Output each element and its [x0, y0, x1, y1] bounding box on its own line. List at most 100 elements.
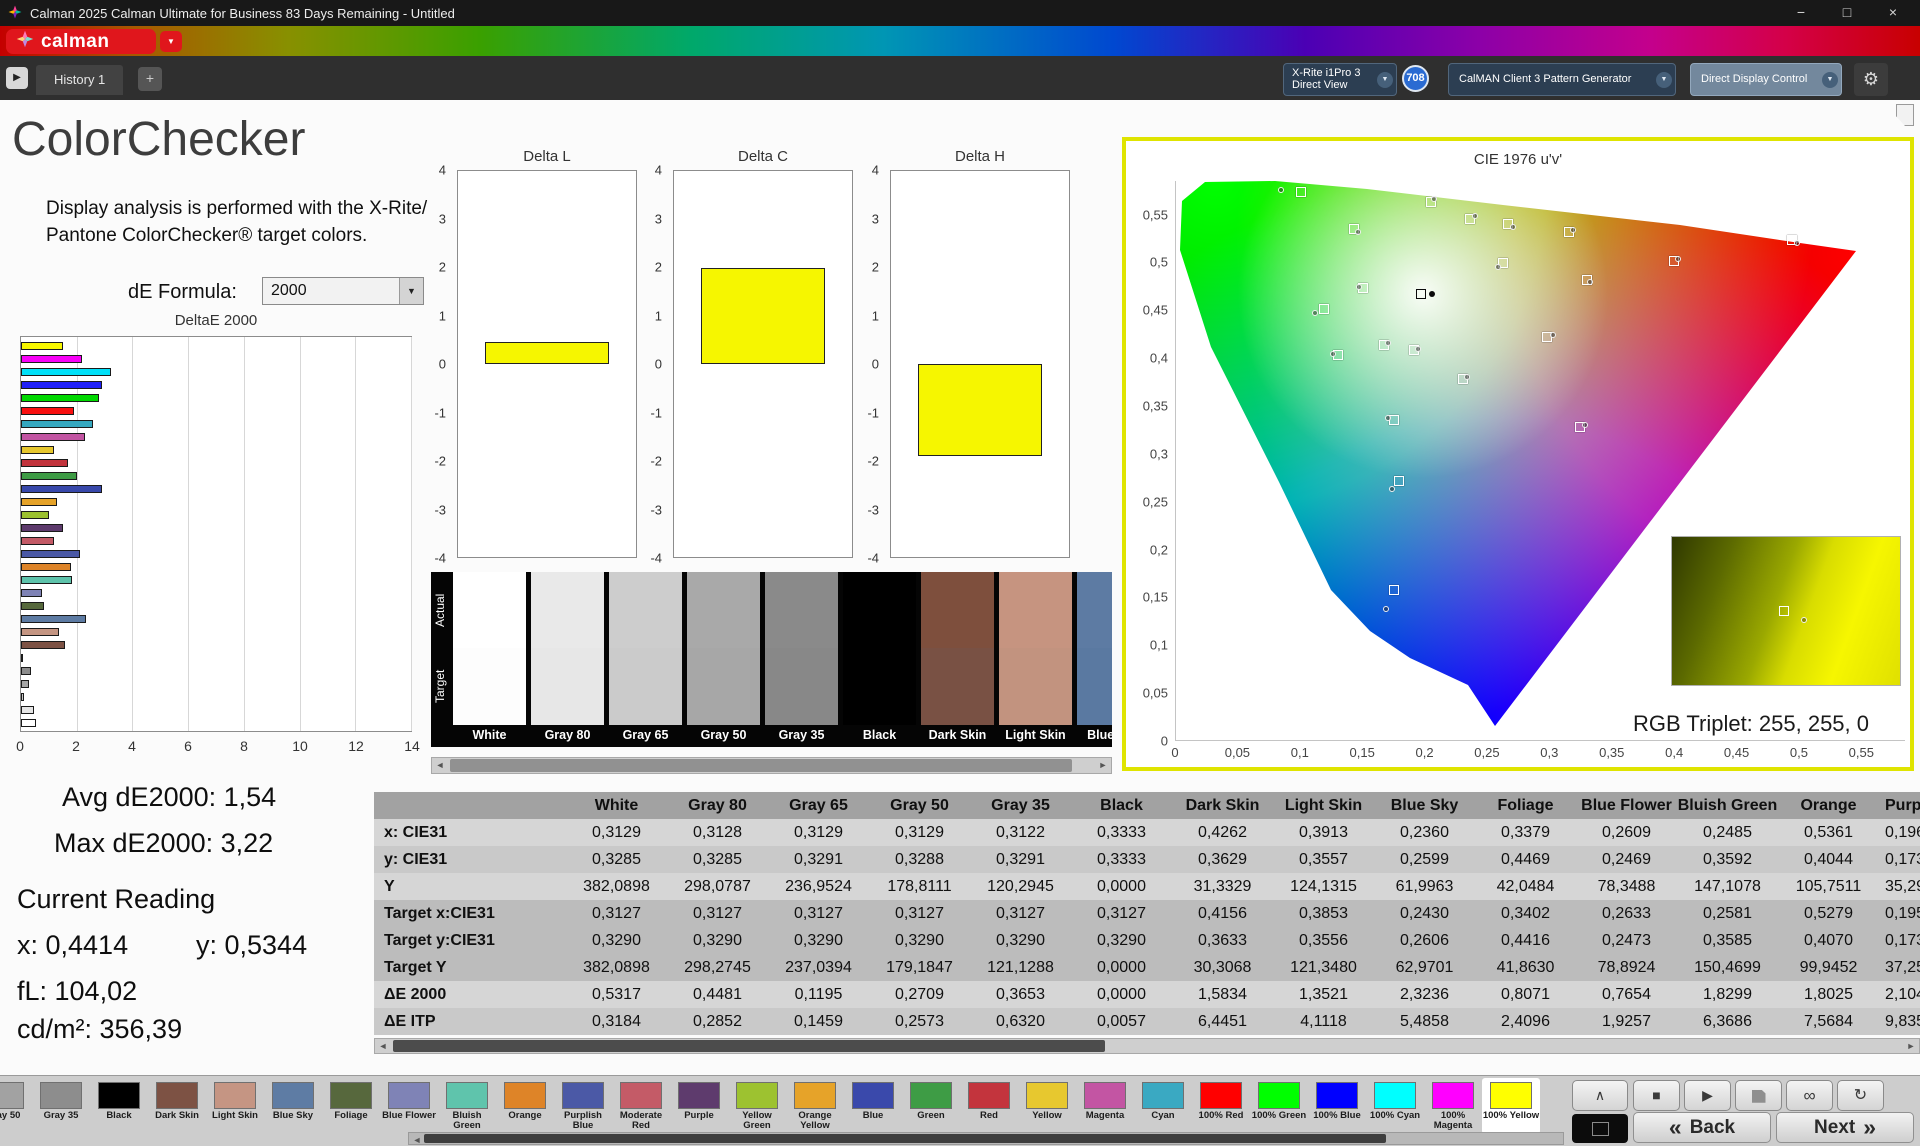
patch-moderate-red[interactable]: Moderate Red	[612, 1078, 670, 1134]
scrollbar-thumb[interactable]	[424, 1134, 1386, 1143]
page-curl-icon[interactable]	[1896, 104, 1914, 126]
scrollbar-thumb[interactable]	[393, 1040, 1105, 1052]
cie-measured-marker	[1674, 256, 1681, 263]
cie-y-axis: 0 0,05 0,1 0,15 0,2 0,25 0,3 0,35 0,4 0,45 0,5 0,55	[1128, 181, 1172, 749]
display-control-dropdown[interactable]: Direct Display Control ▼	[1690, 63, 1842, 96]
swatch-scrollbar[interactable]: ◄ ►	[431, 757, 1112, 774]
minimize-button[interactable]: −	[1778, 0, 1824, 26]
patch-green[interactable]: Green	[902, 1078, 960, 1134]
patch-scrollbar[interactable]: ◄	[408, 1132, 1564, 1145]
patch-swatch	[1490, 1082, 1532, 1109]
patch-foliage[interactable]: Foliage	[322, 1078, 380, 1134]
table-header-cell: Dark Skin	[1185, 797, 1260, 814]
expand-panel-button[interactable]: ∧	[1572, 1080, 1628, 1111]
meter-dropdown[interactable]: X-Rite i1Pro 3 Direct View ▼	[1283, 63, 1397, 96]
deltae-bar-dark-skin	[21, 641, 65, 649]
scroll-left-icon[interactable]: ◄	[375, 1039, 391, 1053]
scroll-right-icon[interactable]: ►	[1095, 758, 1111, 773]
cie-chart-panel[interactable]: CIE 1976 u'v' 0 0,05 0,1 0,15 0,2 0,25 0,3 0,35…	[1122, 137, 1914, 771]
patch-magenta[interactable]: Magenta	[1076, 1078, 1134, 1134]
back-button[interactable]: « Back	[1633, 1112, 1771, 1143]
patch-swatch	[852, 1082, 894, 1109]
patch-100-red[interactable]: 100% Red	[1192, 1078, 1250, 1134]
chevron-down-icon[interactable]: ▼	[1656, 72, 1672, 88]
swatch-target	[843, 648, 916, 725]
chevron-down-icon[interactable]: ▼	[1377, 72, 1393, 88]
refresh-button[interactable]: ↻	[1837, 1080, 1884, 1111]
patch-blue[interactable]: Blue	[844, 1078, 902, 1134]
axis-tick-label: 0,4	[1665, 745, 1684, 760]
patch-blue-sky[interactable]: Blue Sky	[264, 1078, 322, 1134]
patch-100-magenta[interactable]: 100% Magenta	[1424, 1078, 1482, 1134]
table-cell: 1,5834	[1198, 986, 1247, 1003]
table-row-label: ΔE 2000	[384, 986, 447, 1003]
calman-logo-icon	[16, 30, 34, 53]
table-cell: 121,1288	[987, 959, 1054, 976]
play-button[interactable]: ▶	[1684, 1080, 1731, 1111]
maximize-button[interactable]: □	[1824, 0, 1870, 26]
continuous-read-button[interactable]: ∞	[1786, 1080, 1833, 1111]
add-tab-button[interactable]: +	[138, 67, 162, 91]
swatch-column: Gray 80	[531, 572, 604, 747]
swatch-target	[921, 648, 994, 725]
table-cell: 121,3480	[1290, 959, 1357, 976]
patch-black[interactable]: Black	[90, 1078, 148, 1134]
patch-purplish-blue[interactable]: Purplish Blue	[554, 1078, 612, 1134]
chevron-down-icon[interactable]: ▼	[1822, 72, 1838, 88]
scroll-left-icon[interactable]: ◄	[409, 1133, 425, 1145]
patch-blue-flower[interactable]: Blue Flower	[380, 1078, 438, 1134]
logo-menu-button[interactable]: ▼	[160, 31, 182, 52]
patch-100-yellow[interactable]: 100% Yellow	[1482, 1078, 1540, 1134]
patch-100-cyan[interactable]: 100% Cyan	[1366, 1078, 1424, 1134]
save-button[interactable]	[1735, 1080, 1782, 1111]
patch-red[interactable]: Red	[960, 1078, 1018, 1134]
patch-bluish-green[interactable]: Bluish Green	[438, 1078, 496, 1134]
scrollbar-thumb[interactable]	[450, 759, 1072, 772]
table-cell: 0,2599	[1400, 851, 1449, 868]
patch-gray-35[interactable]: Gray 35	[32, 1078, 90, 1134]
table-header-cell: White	[594, 797, 639, 814]
axis-tick-label: 4	[128, 738, 136, 754]
deltae-bar-100-yellow	[21, 342, 63, 350]
app-window: Calman 2025 Calman Ultimate for Business…	[0, 0, 1920, 1146]
patch-100-blue[interactable]: 100% Blue	[1308, 1078, 1366, 1134]
patch-label-text: 100% Yellow	[1482, 1110, 1540, 1121]
gear-icon[interactable]: ⚙	[1854, 63, 1888, 96]
patch-label-text: Orange Yellow	[798, 1110, 832, 1132]
tab-history-1[interactable]: History 1	[36, 65, 124, 95]
patch-swatch	[98, 1082, 140, 1109]
deltae-bar-row	[21, 716, 411, 729]
patch-dark-skin[interactable]: Dark Skin	[148, 1078, 206, 1134]
axis-tick-label: -2	[650, 453, 662, 469]
scroll-right-icon[interactable]: ►	[1903, 1039, 1919, 1053]
swatch-actual	[921, 572, 994, 648]
deltae-bar-row	[21, 391, 411, 404]
cie-measured-marker	[1311, 310, 1318, 317]
table-cell: 78,3488	[1597, 878, 1656, 895]
stop-button[interactable]: ■	[1633, 1080, 1680, 1111]
patch-cyan[interactable]: Cyan	[1134, 1078, 1192, 1134]
display-window-button[interactable]	[1572, 1114, 1628, 1143]
scroll-tabs-button[interactable]: ▶	[6, 67, 28, 89]
patch-yellow-green[interactable]: Yellow Green	[728, 1078, 786, 1134]
patch-purple[interactable]: Purple	[670, 1078, 728, 1134]
patch-yellow[interactable]: Yellow	[1018, 1078, 1076, 1134]
table-scrollbar[interactable]: ◄ ►	[374, 1038, 1920, 1054]
de-formula-select[interactable]: 2000 ▼	[262, 277, 424, 305]
patch-orange-yellow[interactable]: Orange Yellow	[786, 1078, 844, 1134]
scroll-left-icon[interactable]: ◄	[432, 758, 448, 773]
pattern-generator-dropdown[interactable]: CalMAN Client 3 Pattern Generator ▼	[1448, 63, 1676, 96]
back-label: Back	[1689, 1116, 1736, 1138]
patch-light-skin[interactable]: Light Skin	[206, 1078, 264, 1134]
cie-measured-marker	[1549, 332, 1556, 339]
display-control-label: Direct Display Control	[1701, 73, 1808, 85]
axis-tick-label: 0,15	[1142, 589, 1168, 605]
close-button[interactable]: ×	[1870, 0, 1916, 26]
next-button[interactable]: Next »	[1776, 1112, 1914, 1143]
table-cell: 0,2852	[693, 1013, 742, 1030]
patch-orange[interactable]: Orange	[496, 1078, 554, 1134]
table-cell: 0,3122	[996, 824, 1045, 841]
patch-100-green[interactable]: 100% Green	[1250, 1078, 1308, 1134]
patch-gray-50[interactable]: Gray 50	[0, 1078, 32, 1134]
table-header-cell: Blue Sky	[1390, 797, 1459, 814]
